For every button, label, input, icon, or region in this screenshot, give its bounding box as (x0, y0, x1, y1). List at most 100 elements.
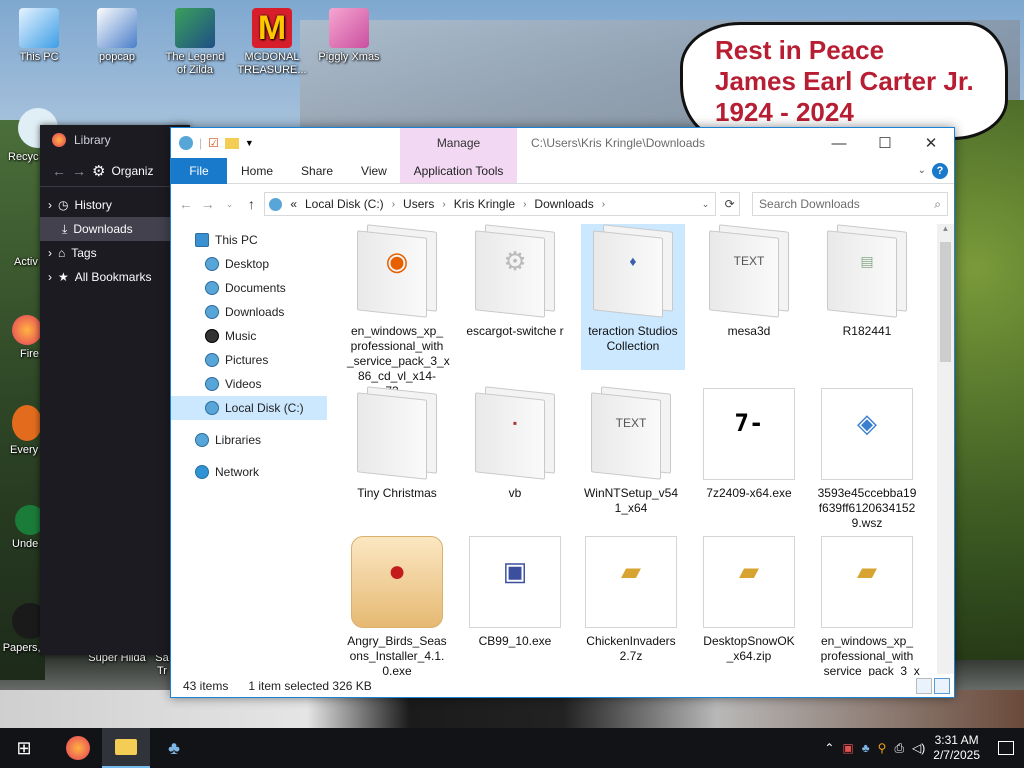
gear-icon[interactable]: ⚙ (92, 162, 105, 180)
library-item-history[interactable]: › ◷ History (40, 193, 190, 217)
start-button[interactable]: ⊞ (0, 728, 48, 768)
pig-icon (329, 8, 369, 48)
scroll-up-icon[interactable]: ▲ (937, 224, 954, 233)
scrollbar-thumb[interactable] (940, 242, 951, 362)
nav-documents[interactable]: Documents (171, 276, 327, 300)
library-titlebar[interactable]: Library (40, 125, 190, 155)
forward-arrow-icon[interactable]: → (72, 163, 86, 179)
manage-label[interactable]: Manage (400, 136, 517, 150)
close-button[interactable]: ✕ (908, 128, 954, 158)
tab-share[interactable]: Share (287, 158, 347, 184)
tab-view[interactable]: View (347, 158, 401, 184)
file-item[interactable]: ▤ R182441 (817, 224, 917, 339)
desktop-icon-firefox[interactable]: Fire (0, 315, 44, 361)
popcap-icon (97, 8, 137, 48)
tab-home[interactable]: Home (227, 158, 287, 184)
properties-icon[interactable]: ☑ (208, 136, 219, 150)
chevron-right-icon[interactable]: › (442, 199, 445, 210)
nav-libraries[interactable]: Libraries (171, 428, 327, 452)
desktop-icon-unde[interactable]: Unde (0, 505, 45, 551)
breadcrumb-local-disk[interactable]: Local Disk (C:) (305, 197, 384, 211)
search-box[interactable]: Search Downloads ⌕ (752, 192, 949, 216)
address-dropdown-icon[interactable]: ⌄ (702, 199, 716, 210)
nav-videos[interactable]: Videos (171, 372, 327, 396)
network-icon[interactable]: ⎙ (894, 741, 904, 756)
forward-button[interactable]: → (199, 196, 217, 212)
chevron-right-icon[interactable]: › (523, 199, 526, 210)
nav-desktop[interactable]: Desktop (171, 252, 327, 276)
clock-time: 3:31 AM (934, 733, 979, 747)
maximize-button[interactable]: ☐ (862, 128, 908, 158)
tray-people-icon[interactable]: ♣ (862, 741, 870, 755)
file-item[interactable]: 7- 7z2409-x64.exe (699, 386, 799, 501)
nav-pictures[interactable]: Pictures (171, 348, 327, 372)
up-button[interactable]: ↑ (242, 196, 260, 212)
winamp-skin-icon: ◈ (857, 408, 877, 438)
organize-button[interactable]: Organiz (111, 164, 153, 178)
nav-local-disk[interactable]: Local Disk (C:) (171, 396, 327, 420)
vertical-scrollbar[interactable]: ▲ (937, 224, 954, 674)
explorer-titlebar[interactable]: | ☑ ▼ Manage C:\Users\Kris Kringle\Downl… (171, 128, 954, 184)
chevron-right-icon[interactable]: › (602, 199, 605, 210)
chevron-up-icon[interactable]: ⌃ (824, 741, 834, 755)
desktop-icon-zilda[interactable]: The Legend of Zilda (160, 8, 230, 77)
clock[interactable]: 3:31 AM 2/7/2025 (933, 733, 980, 763)
firefox-icon (66, 736, 90, 760)
breadcrumb-users[interactable]: Users (403, 197, 434, 211)
library-item-downloads[interactable]: ⤓ Downloads (40, 217, 190, 241)
desktop-icon-activ[interactable]: Activ (0, 256, 44, 269)
library-item-all-bookmarks[interactable]: › ★ All Bookmarks (40, 265, 190, 289)
file-item[interactable]: ⚙ escargot-switche r (465, 224, 565, 339)
file-item[interactable]: ▰ ChickenInvaders 2.7z (581, 534, 681, 664)
nav-this-pc[interactable]: This PC (171, 228, 327, 252)
breadcrumb-kris-kringle[interactable]: Kris Kringle (454, 197, 515, 211)
file-item-selected[interactable]: ♦ teraction Studios Collection (581, 224, 685, 370)
minimize-button[interactable]: — (816, 128, 862, 158)
desktop-icon-popcap[interactable]: popcap (82, 8, 152, 64)
desktop-icon-piggly[interactable]: Piggly Xmas (314, 8, 384, 64)
expand-ribbon-icon[interactable]: ⌄ (918, 165, 926, 176)
nav-downloads[interactable]: Downloads (171, 300, 327, 324)
installer-icon: ▣ (502, 556, 528, 586)
refresh-button[interactable]: ⟳ (720, 192, 741, 216)
file-item[interactable]: TEXT mesa3d (699, 224, 799, 339)
details-view-button[interactable] (916, 678, 932, 694)
desktop-icon-recycle[interactable]: Recyc (0, 108, 58, 164)
new-folder-icon[interactable] (224, 137, 239, 149)
file-item[interactable]: ● Angry_Birds_Seas ons_Installer_4.1. 0.… (347, 534, 447, 676)
taskbar-file-explorer[interactable] (102, 728, 150, 768)
downloads-icon (205, 305, 219, 319)
customize-dropdown-icon[interactable]: ▼ (245, 138, 254, 148)
recent-locations-button[interactable]: ⌄ (221, 199, 239, 210)
file-item[interactable]: TEXT WinNTSetup_v54 1_x64 (581, 386, 681, 516)
back-button[interactable]: ← (177, 196, 195, 212)
volume-icon[interactable]: ◁) (912, 741, 925, 755)
file-item[interactable]: ▪ vb (465, 386, 565, 501)
taskbar-app[interactable]: ♣ (150, 728, 198, 768)
file-item[interactable]: ◉ en_windows_xp_ professional_with _serv… (347, 224, 450, 399)
file-item[interactable]: ◈ 3593e45ccebba19 f639ff6120634152 9.wsz (817, 386, 917, 531)
nav-music[interactable]: Music (171, 324, 327, 348)
tab-file[interactable]: File (171, 157, 227, 184)
taskbar-firefox[interactable] (54, 728, 102, 768)
address-bar[interactable]: « Local Disk (C:) › Users › Kris Kringle… (264, 192, 717, 216)
desktop-icon-every[interactable]: Every (0, 405, 44, 457)
tray-search-icon[interactable]: ⚲ (878, 741, 887, 755)
chevron-right-icon[interactable]: › (392, 199, 395, 210)
file-item[interactable]: ▰ DesktopSnowOK _x64.zip (699, 534, 799, 664)
breadcrumb-downloads[interactable]: Downloads (534, 197, 593, 211)
desktop-icon-mcdonal[interactable]: M MCDONAL TREASURE... (237, 8, 307, 77)
notifications-icon[interactable] (998, 741, 1014, 755)
file-item[interactable]: ▰ en_windows_xp_ professional_with _serv… (817, 534, 920, 676)
search-input[interactable]: Search Downloads (759, 197, 860, 211)
tab-application-tools[interactable]: Application Tools (400, 158, 517, 184)
nav-network[interactable]: Network (171, 460, 327, 484)
help-icon[interactable]: ? (932, 163, 948, 179)
back-arrow-icon[interactable]: ← (52, 163, 66, 179)
file-item[interactable]: ▣ CB99_10.exe (465, 534, 565, 649)
library-item-tags[interactable]: › ⌂ Tags (40, 241, 190, 265)
large-icons-view-button[interactable] (934, 678, 950, 694)
tray-app-icon[interactable]: ▣ (842, 741, 853, 755)
desktop-icon-this-pc[interactable]: This PC (4, 8, 74, 64)
file-item[interactable]: Tiny Christmas (347, 386, 447, 501)
